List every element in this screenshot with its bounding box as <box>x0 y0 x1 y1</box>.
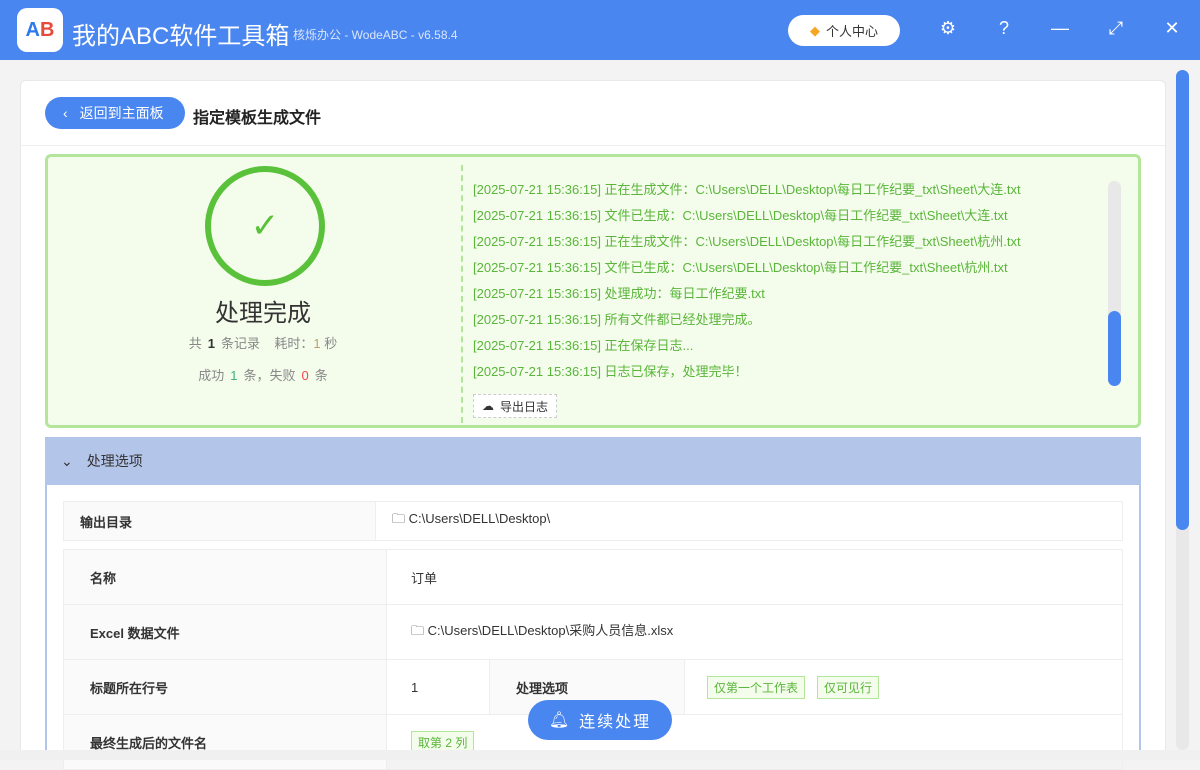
app-subtitle: 核烁办公 - WodeABC - v6.58.4 <box>293 28 458 42</box>
diamond-icon: ◆ <box>809 22 820 38</box>
bottom-edge <box>0 750 1200 760</box>
log-line: [2025-07-21 15:36:15] 正在保存日志... <box>473 338 694 353</box>
excel-path: C:\Users\DELL\Desktop\采购人员信息.xlsx <box>427 623 674 638</box>
export-label: 导出日志 <box>500 399 549 414</box>
settings-icon[interactable]: ⚙ <box>936 18 960 39</box>
options-header[interactable]: ⌄ 处理选项 <box>45 437 1141 485</box>
cloud-upload-icon: ☁ <box>482 399 494 413</box>
tag: 仅可见行 <box>817 675 880 699</box>
user-center-button[interactable]: ◆ 个人中心 <box>788 15 900 46</box>
output-dir-table: 输出目录 🗀 C:\Users\DELL\Desktop\ <box>63 501 1123 541</box>
back-button[interactable]: ‹ 返回到主面板 <box>45 97 185 129</box>
back-label: 返回到主面板 <box>79 105 164 121</box>
check-circle-icon: ✓ <box>205 166 325 286</box>
output-dir-value[interactable]: 🗀 C:\Users\DELL\Desktop\ <box>375 501 1123 541</box>
title-bar: AB 我的ABC软件工具箱 核烁办公 - WodeABC - v6.58.4 ◆… <box>0 0 1200 60</box>
log-scrollbar[interactable] <box>1108 181 1121 386</box>
divider <box>21 145 1165 146</box>
minimize-icon[interactable]: — <box>1048 18 1072 39</box>
chevron-down-icon: ⌄ <box>61 452 73 469</box>
log-line: [2025-07-21 15:36:15] 文件已生成：C:\Users\DEL… <box>473 260 1008 275</box>
log-line: [2025-07-21 15:36:15] 文件已生成：C:\Users\DEL… <box>473 208 1008 223</box>
options-title: 处理选项 <box>86 453 143 469</box>
excel-value[interactable]: 🗀 C:\Users\DELL\Desktop\采购人员信息.xlsx <box>386 604 1123 660</box>
dashed-divider <box>461 165 463 423</box>
app-title: 我的ABC软件工具箱 <box>72 23 290 50</box>
filename-label: 最终生成后的文件名 <box>63 714 387 770</box>
log-line: [2025-07-21 15:36:15] 日志已保存，处理完毕！ <box>473 364 748 379</box>
close-icon[interactable]: ✕ <box>1160 18 1184 39</box>
log-line: [2025-07-21 15:36:15] 正在生成文件：C:\Users\DE… <box>473 182 1021 197</box>
header-row-label: 标题所在行号 <box>63 659 387 715</box>
header-row-value: 1 <box>386 659 490 715</box>
bell-icon: 🔔︎ <box>548 712 572 729</box>
name-label: 名称 <box>63 549 387 605</box>
folder-icon: 🗀 <box>392 511 406 526</box>
record-stats: 共 1 条记录 耗时：1 秒 <box>188 336 338 351</box>
success-stats: 成功 1 条，失败 0 条 <box>198 368 328 383</box>
help-icon[interactable]: ? <box>992 18 1016 39</box>
maximize-icon[interactable]: ⤢ <box>1104 18 1128 39</box>
log-list: [2025-07-21 15:36:15] 正在生成文件：C:\Users\DE… <box>473 179 1021 387</box>
page-scrollbar-thumb[interactable] <box>1176 70 1189 530</box>
tag: 仅第一个工作表 <box>707 675 806 699</box>
output-dir-label: 输出目录 <box>63 501 376 541</box>
log-line: [2025-07-21 15:36:15] 处理成功：每日工作纪要.txt <box>473 286 765 301</box>
proc-tags: 仅第一个工作表 仅可见行 <box>684 659 1123 715</box>
log-scrollbar-thumb[interactable] <box>1108 311 1121 386</box>
log-line: [2025-07-21 15:36:15] 所有文件都已经处理完成。 <box>473 312 761 327</box>
status-title: 处理完成 <box>215 300 311 327</box>
user-center-label: 个人中心 <box>825 24 878 39</box>
chevron-left-icon: ‹ <box>63 105 68 121</box>
page-title: 指定模板生成文件 <box>193 110 322 127</box>
continue-label: 连续处理 <box>579 714 652 731</box>
folder-icon: 🗀 <box>411 623 425 638</box>
excel-label: Excel 数据文件 <box>63 604 387 660</box>
output-dir-path: C:\Users\DELL\Desktop\ <box>408 511 551 526</box>
name-value: 订单 <box>386 549 1123 605</box>
export-log-button[interactable]: ☁ 导出日志 <box>473 394 558 418</box>
log-line: [2025-07-21 15:36:15] 正在生成文件：C:\Users\DE… <box>473 234 1021 249</box>
app-logo: AB <box>17 8 63 52</box>
result-panel: ✓ 处理完成 共 1 条记录 耗时：1 秒 成功 1 条，失败 0 条 [2025-07-2… <box>45 154 1141 428</box>
continue-button[interactable]: 🔔︎ 连续处理 <box>528 700 672 740</box>
